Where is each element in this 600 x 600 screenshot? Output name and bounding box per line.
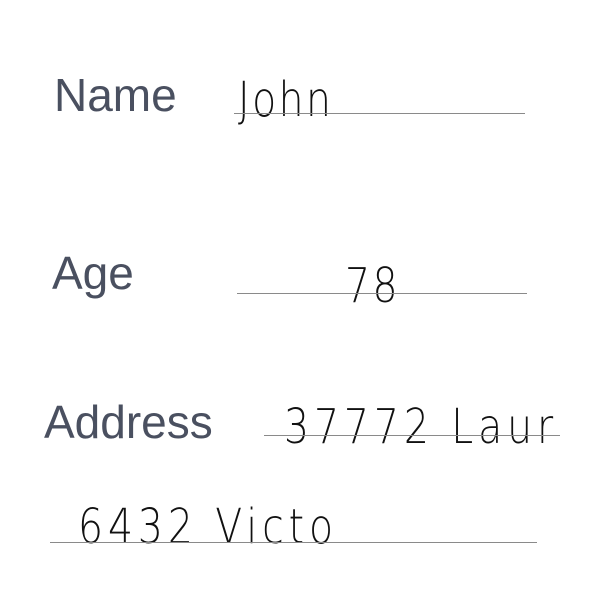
name-underline	[234, 113, 525, 114]
address-line1-value[interactable]: 37772 Laur	[284, 403, 558, 451]
age-underline	[237, 293, 527, 294]
name-value[interactable]: John	[238, 76, 333, 124]
address-line2-underline	[50, 542, 537, 543]
address-line1-underline	[264, 435, 560, 436]
age-label: Age	[52, 247, 134, 299]
address-label: Address	[44, 396, 213, 448]
address-line2-value[interactable]: 6432 Victo	[78, 503, 338, 551]
age-value[interactable]: 78	[345, 262, 400, 310]
name-label: Name	[54, 69, 177, 121]
